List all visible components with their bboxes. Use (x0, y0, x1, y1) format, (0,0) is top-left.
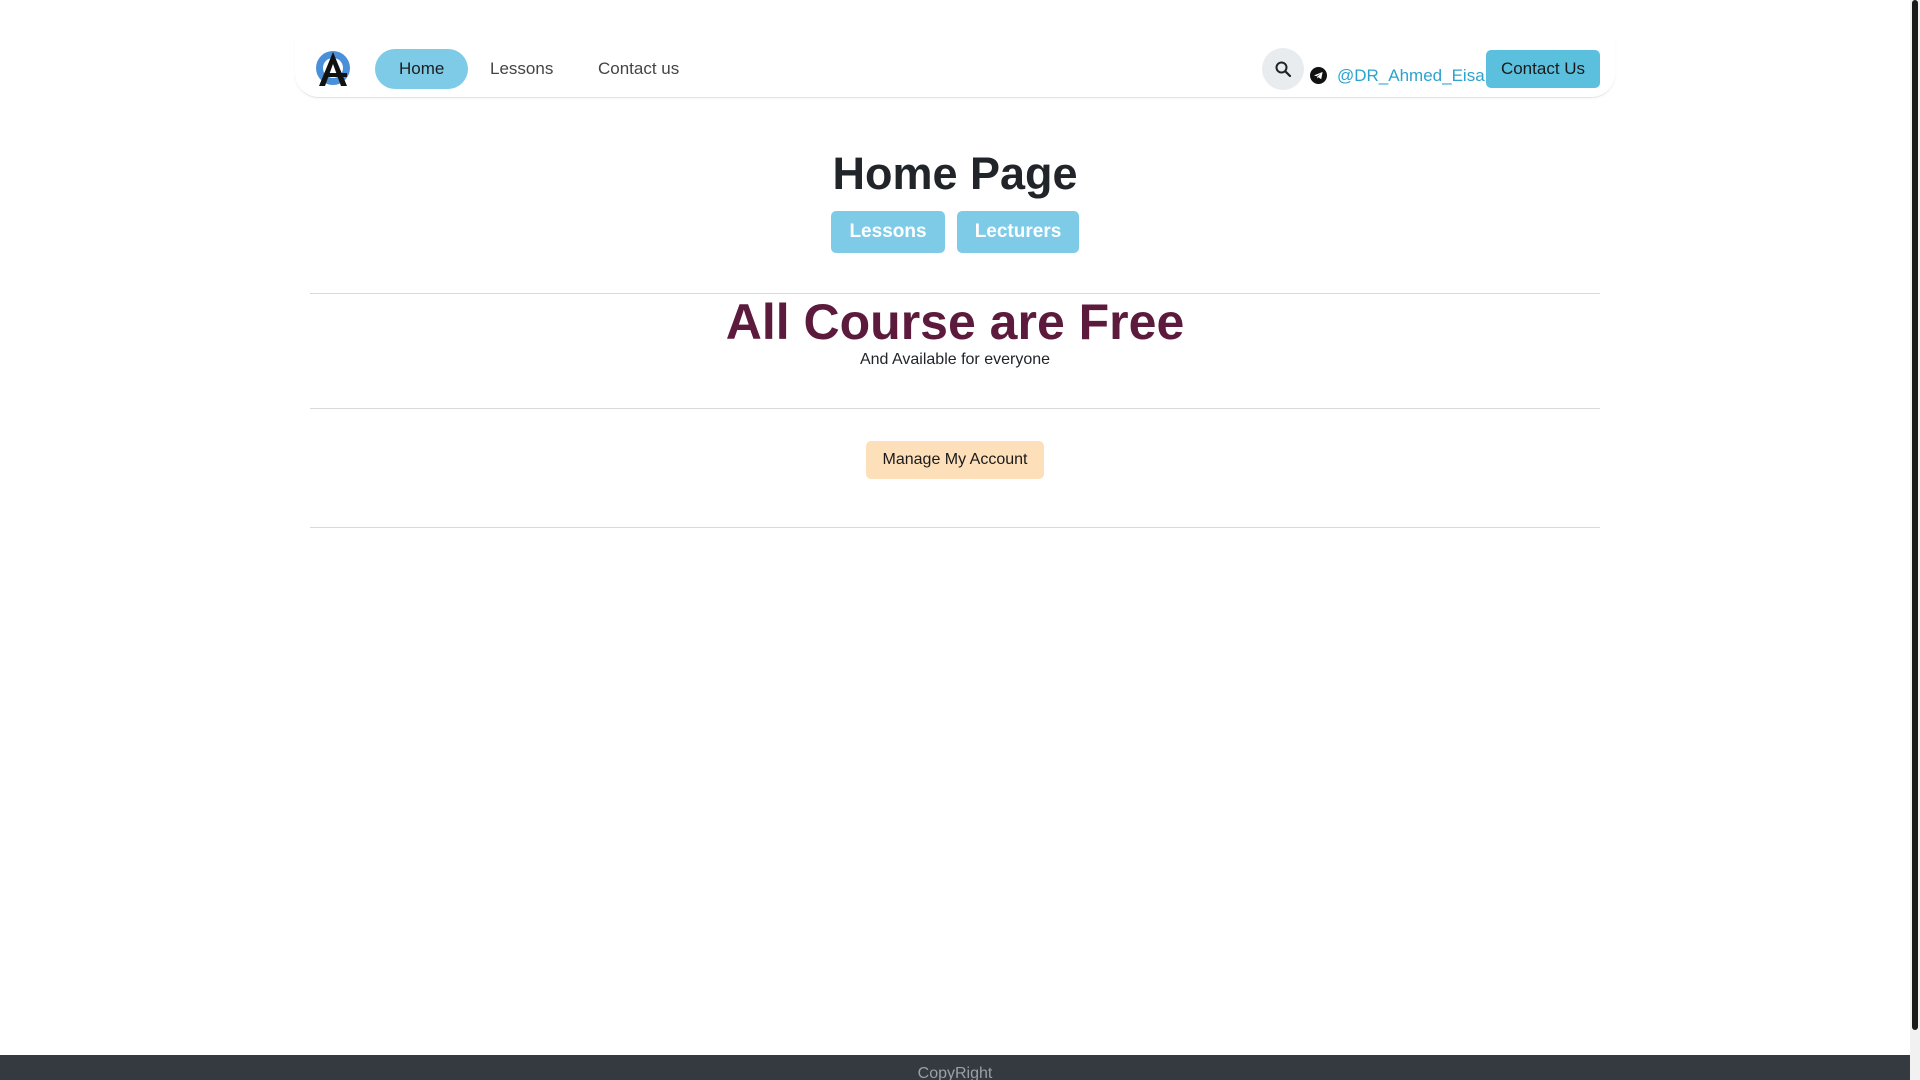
lecturers-button[interactable]: Lecturers (957, 211, 1079, 253)
manage-account-button[interactable]: Manage My Account (866, 441, 1044, 479)
nav-lessons[interactable]: Lessons (466, 49, 577, 89)
page-title: Home Page (832, 148, 1078, 199)
nav-home[interactable]: Home (375, 49, 469, 89)
divider (310, 408, 1600, 409)
scrollbar-thumb[interactable] (1912, 0, 1918, 1030)
divider (310, 527, 1600, 528)
navbar: Home Lessons Contact us @DR_Ahmed_Eisa C… (295, 38, 1615, 98)
lessons-button[interactable]: Lessons (831, 211, 945, 253)
scrollbar[interactable] (1910, 0, 1920, 1080)
footer: CopyRight (0, 1055, 1910, 1080)
promo-title: All Course are Free (725, 294, 1185, 350)
search-button[interactable] (1262, 48, 1304, 90)
promo-subtitle: And Available for everyone (859, 351, 1051, 368)
search-icon (1275, 61, 1291, 77)
contact-us-button[interactable]: Contact Us (1486, 50, 1600, 88)
page: Home Lessons Contact us @DR_Ahmed_Eisa C… (0, 0, 1910, 1080)
nav-contact-us[interactable]: Contact us (574, 49, 703, 89)
site-logo[interactable] (313, 48, 353, 88)
copyright-text: CopyRight (917, 1065, 993, 1080)
telegram-link[interactable]: @DR_Ahmed_Eisa (1337, 66, 1485, 86)
telegram-icon (1310, 67, 1327, 84)
